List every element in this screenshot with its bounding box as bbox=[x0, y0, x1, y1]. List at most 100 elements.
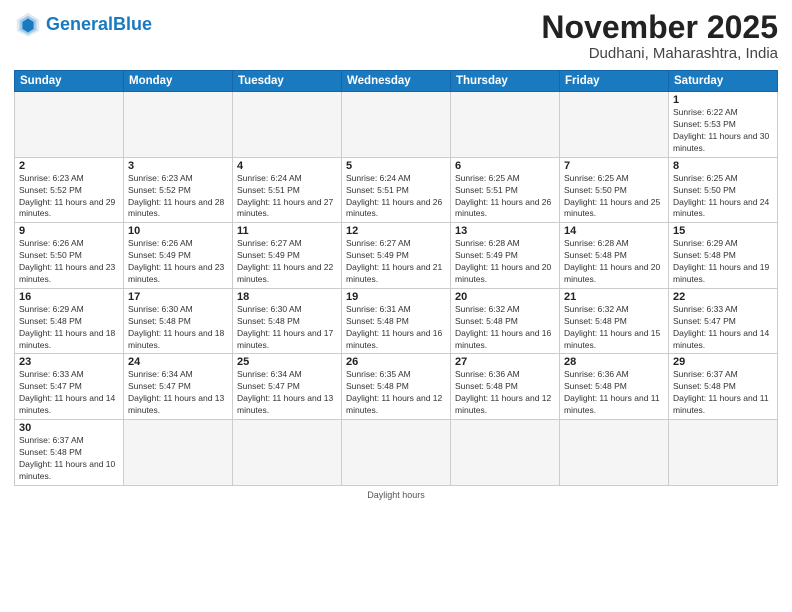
calendar-cell: 11Sunrise: 6:27 AMSunset: 5:49 PMDayligh… bbox=[233, 223, 342, 289]
calendar-week-3: 9Sunrise: 6:26 AMSunset: 5:50 PMDaylight… bbox=[15, 223, 778, 289]
day-info: Sunrise: 6:30 AMSunset: 5:48 PMDaylight:… bbox=[237, 304, 337, 352]
day-info: Sunrise: 6:31 AMSunset: 5:48 PMDaylight:… bbox=[346, 304, 446, 352]
day-number: 8 bbox=[673, 160, 773, 172]
day-info: Sunrise: 6:32 AMSunset: 5:48 PMDaylight:… bbox=[455, 304, 555, 352]
day-info: Sunrise: 6:25 AMSunset: 5:50 PMDaylight:… bbox=[564, 173, 664, 221]
calendar-cell: 28Sunrise: 6:36 AMSunset: 5:48 PMDayligh… bbox=[560, 354, 669, 420]
calendar-week-2: 2Sunrise: 6:23 AMSunset: 5:52 PMDaylight… bbox=[15, 157, 778, 223]
logo-icon bbox=[14, 10, 42, 38]
day-info: Sunrise: 6:28 AMSunset: 5:49 PMDaylight:… bbox=[455, 238, 555, 286]
day-number: 26 bbox=[346, 356, 446, 368]
calendar-cell: 6Sunrise: 6:25 AMSunset: 5:51 PMDaylight… bbox=[451, 157, 560, 223]
calendar-cell: 23Sunrise: 6:33 AMSunset: 5:47 PMDayligh… bbox=[15, 354, 124, 420]
day-info: Sunrise: 6:24 AMSunset: 5:51 PMDaylight:… bbox=[237, 173, 337, 221]
day-number: 12 bbox=[346, 225, 446, 237]
day-number: 25 bbox=[237, 356, 337, 368]
calendar-cell bbox=[342, 420, 451, 486]
day-number: 6 bbox=[455, 160, 555, 172]
weekday-header-monday: Monday bbox=[124, 71, 233, 92]
logo: GeneralBlue bbox=[14, 10, 152, 38]
calendar-cell bbox=[342, 92, 451, 158]
day-info: Sunrise: 6:26 AMSunset: 5:49 PMDaylight:… bbox=[128, 238, 228, 286]
calendar-cell: 7Sunrise: 6:25 AMSunset: 5:50 PMDaylight… bbox=[560, 157, 669, 223]
month-title: November 2025 bbox=[541, 10, 778, 45]
day-info: Sunrise: 6:36 AMSunset: 5:48 PMDaylight:… bbox=[564, 369, 664, 417]
day-number: 10 bbox=[128, 225, 228, 237]
day-number: 30 bbox=[19, 422, 119, 434]
calendar-week-6: 30Sunrise: 6:37 AMSunset: 5:48 PMDayligh… bbox=[15, 420, 778, 486]
day-info: Sunrise: 6:36 AMSunset: 5:48 PMDaylight:… bbox=[455, 369, 555, 417]
calendar-cell: 16Sunrise: 6:29 AMSunset: 5:48 PMDayligh… bbox=[15, 288, 124, 354]
calendar-cell: 4Sunrise: 6:24 AMSunset: 5:51 PMDaylight… bbox=[233, 157, 342, 223]
day-info: Sunrise: 6:33 AMSunset: 5:47 PMDaylight:… bbox=[673, 304, 773, 352]
day-info: Sunrise: 6:37 AMSunset: 5:48 PMDaylight:… bbox=[19, 435, 119, 483]
day-info: Sunrise: 6:24 AMSunset: 5:51 PMDaylight:… bbox=[346, 173, 446, 221]
day-number: 28 bbox=[564, 356, 664, 368]
day-number: 15 bbox=[673, 225, 773, 237]
calendar-cell: 26Sunrise: 6:35 AMSunset: 5:48 PMDayligh… bbox=[342, 354, 451, 420]
day-number: 27 bbox=[455, 356, 555, 368]
weekday-header-sunday: Sunday bbox=[15, 71, 124, 92]
day-info: Sunrise: 6:28 AMSunset: 5:48 PMDaylight:… bbox=[564, 238, 664, 286]
day-number: 14 bbox=[564, 225, 664, 237]
day-number: 3 bbox=[128, 160, 228, 172]
day-number: 19 bbox=[346, 291, 446, 303]
calendar-cell: 18Sunrise: 6:30 AMSunset: 5:48 PMDayligh… bbox=[233, 288, 342, 354]
calendar-cell bbox=[669, 420, 778, 486]
calendar-cell: 14Sunrise: 6:28 AMSunset: 5:48 PMDayligh… bbox=[560, 223, 669, 289]
calendar-cell: 21Sunrise: 6:32 AMSunset: 5:48 PMDayligh… bbox=[560, 288, 669, 354]
day-number: 9 bbox=[19, 225, 119, 237]
day-number: 20 bbox=[455, 291, 555, 303]
calendar-cell: 29Sunrise: 6:37 AMSunset: 5:48 PMDayligh… bbox=[669, 354, 778, 420]
calendar-cell: 15Sunrise: 6:29 AMSunset: 5:48 PMDayligh… bbox=[669, 223, 778, 289]
day-info: Sunrise: 6:27 AMSunset: 5:49 PMDaylight:… bbox=[346, 238, 446, 286]
calendar-cell: 27Sunrise: 6:36 AMSunset: 5:48 PMDayligh… bbox=[451, 354, 560, 420]
day-number: 22 bbox=[673, 291, 773, 303]
day-number: 16 bbox=[19, 291, 119, 303]
day-info: Sunrise: 6:25 AMSunset: 5:51 PMDaylight:… bbox=[455, 173, 555, 221]
weekday-header-tuesday: Tuesday bbox=[233, 71, 342, 92]
header: GeneralBlue November 2025 Dudhani, Mahar… bbox=[14, 10, 778, 62]
day-info: Sunrise: 6:32 AMSunset: 5:48 PMDaylight:… bbox=[564, 304, 664, 352]
day-number: 17 bbox=[128, 291, 228, 303]
day-number: 5 bbox=[346, 160, 446, 172]
calendar-cell: 17Sunrise: 6:30 AMSunset: 5:48 PMDayligh… bbox=[124, 288, 233, 354]
calendar-cell bbox=[451, 420, 560, 486]
day-info: Sunrise: 6:23 AMSunset: 5:52 PMDaylight:… bbox=[19, 173, 119, 221]
day-info: Sunrise: 6:34 AMSunset: 5:47 PMDaylight:… bbox=[237, 369, 337, 417]
calendar-cell: 22Sunrise: 6:33 AMSunset: 5:47 PMDayligh… bbox=[669, 288, 778, 354]
day-info: Sunrise: 6:33 AMSunset: 5:47 PMDaylight:… bbox=[19, 369, 119, 417]
logo-general: General bbox=[46, 14, 113, 34]
weekday-header-thursday: Thursday bbox=[451, 71, 560, 92]
day-info: Sunrise: 6:27 AMSunset: 5:49 PMDaylight:… bbox=[237, 238, 337, 286]
calendar-cell: 25Sunrise: 6:34 AMSunset: 5:47 PMDayligh… bbox=[233, 354, 342, 420]
calendar-cell: 24Sunrise: 6:34 AMSunset: 5:47 PMDayligh… bbox=[124, 354, 233, 420]
calendar-cell: 9Sunrise: 6:26 AMSunset: 5:50 PMDaylight… bbox=[15, 223, 124, 289]
day-number: 18 bbox=[237, 291, 337, 303]
weekday-header-friday: Friday bbox=[560, 71, 669, 92]
calendar-cell: 8Sunrise: 6:25 AMSunset: 5:50 PMDaylight… bbox=[669, 157, 778, 223]
title-block: November 2025 Dudhani, Maharashtra, Indi… bbox=[541, 10, 778, 62]
day-number: 7 bbox=[564, 160, 664, 172]
day-number: 21 bbox=[564, 291, 664, 303]
calendar-cell bbox=[451, 92, 560, 158]
daylight-label: Daylight hours bbox=[367, 490, 425, 500]
calendar-table: SundayMondayTuesdayWednesdayThursdayFrid… bbox=[14, 70, 778, 485]
logo-text: GeneralBlue bbox=[46, 15, 152, 33]
calendar-cell: 30Sunrise: 6:37 AMSunset: 5:48 PMDayligh… bbox=[15, 420, 124, 486]
logo-blue: Blue bbox=[113, 14, 152, 34]
calendar-cell: 2Sunrise: 6:23 AMSunset: 5:52 PMDaylight… bbox=[15, 157, 124, 223]
calendar-week-4: 16Sunrise: 6:29 AMSunset: 5:48 PMDayligh… bbox=[15, 288, 778, 354]
day-info: Sunrise: 6:29 AMSunset: 5:48 PMDaylight:… bbox=[673, 238, 773, 286]
day-info: Sunrise: 6:29 AMSunset: 5:48 PMDaylight:… bbox=[19, 304, 119, 352]
day-number: 24 bbox=[128, 356, 228, 368]
day-info: Sunrise: 6:22 AMSunset: 5:53 PMDaylight:… bbox=[673, 107, 773, 155]
calendar-cell: 5Sunrise: 6:24 AMSunset: 5:51 PMDaylight… bbox=[342, 157, 451, 223]
calendar-cell: 12Sunrise: 6:27 AMSunset: 5:49 PMDayligh… bbox=[342, 223, 451, 289]
calendar-cell: 13Sunrise: 6:28 AMSunset: 5:49 PMDayligh… bbox=[451, 223, 560, 289]
day-number: 29 bbox=[673, 356, 773, 368]
day-info: Sunrise: 6:23 AMSunset: 5:52 PMDaylight:… bbox=[128, 173, 228, 221]
calendar-cell bbox=[15, 92, 124, 158]
calendar-cell bbox=[233, 420, 342, 486]
page: GeneralBlue November 2025 Dudhani, Mahar… bbox=[0, 0, 792, 612]
